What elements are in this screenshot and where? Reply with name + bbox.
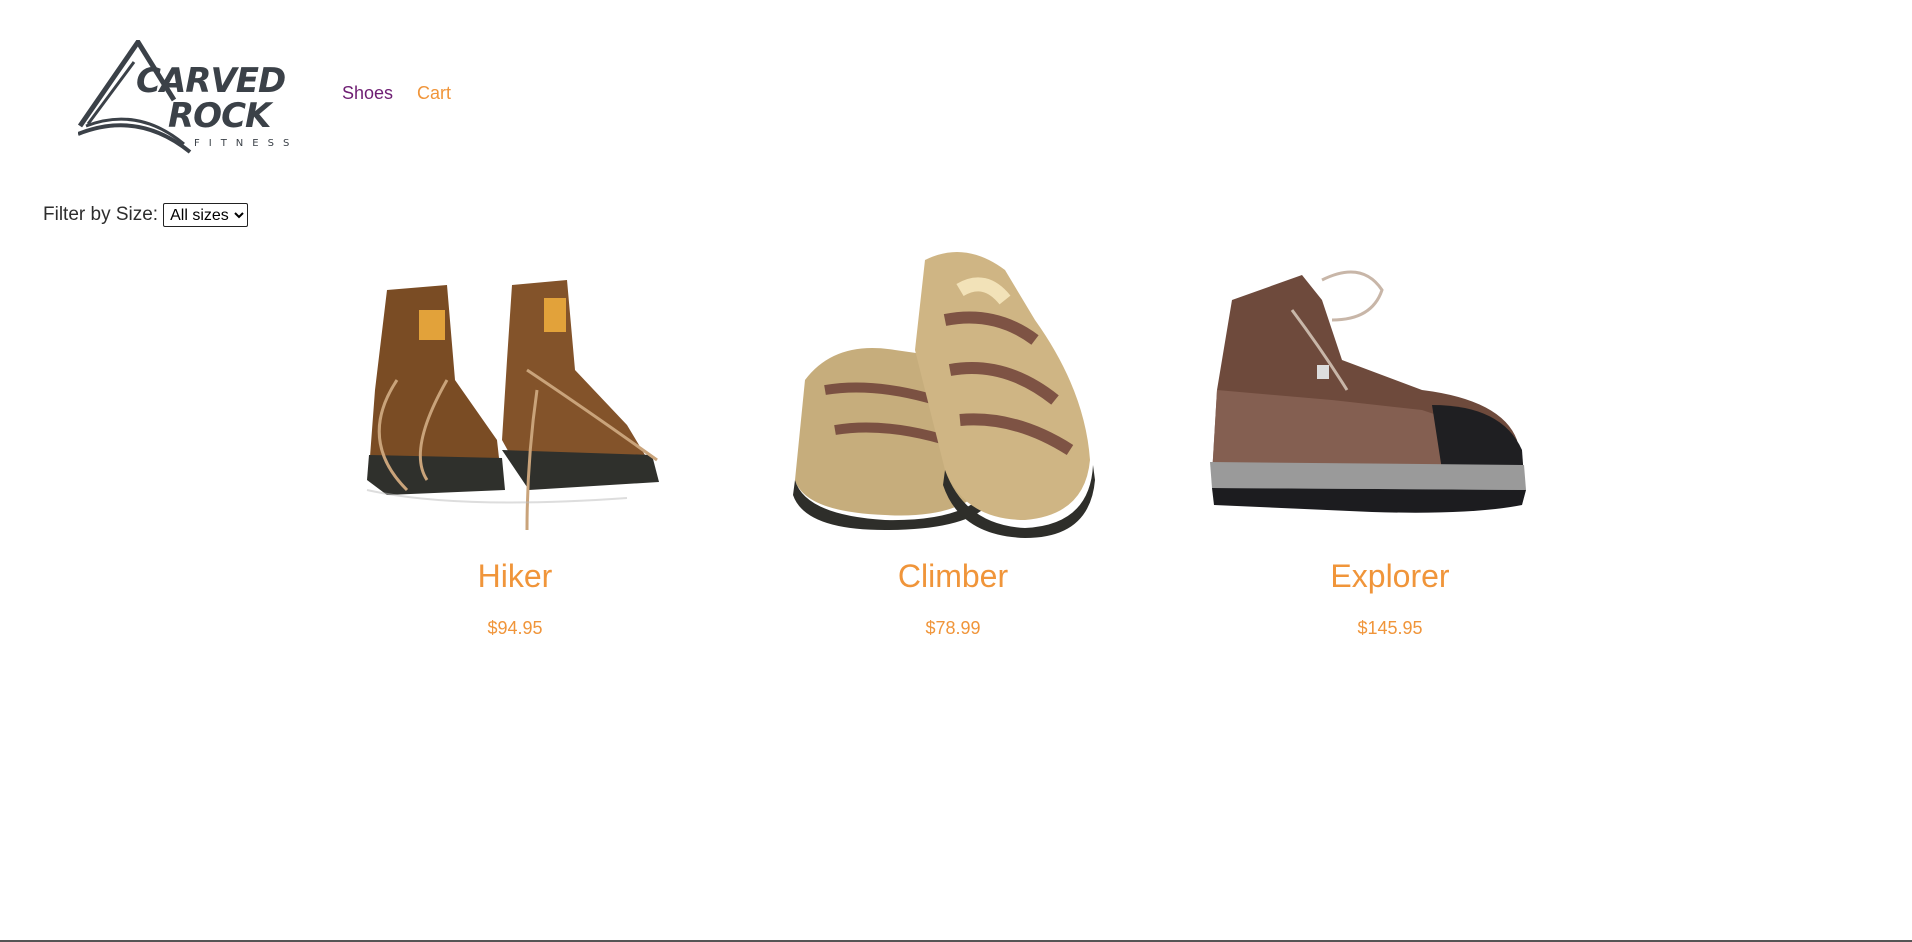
logo-text-rock: ROCK [168,96,274,136]
size-filter-select[interactable]: All sizes [163,203,249,227]
page: CARVED ROCK FITNESS Shoes Cart Filter by… [0,0,1912,942]
sport-sandals-image[interactable] [735,240,1171,540]
logo-text-carved: CARVED [136,61,285,101]
product-name[interactable]: Explorer [1172,560,1608,592]
nav-link-shoes[interactable]: Shoes [342,83,393,104]
product-card: Hiker $94.95 [297,240,733,639]
hiking-boot-image[interactable] [1172,240,1608,540]
product-price: $78.99 [925,618,981,638]
product-card: Climber $78.99 [735,240,1171,639]
hiking-boots-image[interactable] [297,240,733,540]
product-name[interactable]: Hiker [297,560,733,592]
nav-link-cart[interactable]: Cart [417,83,451,104]
product-price: $94.95 [487,618,543,638]
size-filter-label: Filter by Size: [43,204,159,225]
carved-rock-logo[interactable]: CARVED ROCK FITNESS [78,40,314,155]
product-price: $145.95 [1357,618,1423,638]
product-card: Explorer $145.95 [1172,240,1608,639]
main-nav: Shoes Cart [342,83,475,104]
size-filter: Filter by Size: All sizes [43,203,249,227]
product-name[interactable]: Climber [735,560,1171,592]
site-header: CARVED ROCK FITNESS Shoes Cart [78,40,475,155]
logo-text-fitness: FITNESS [194,138,298,149]
